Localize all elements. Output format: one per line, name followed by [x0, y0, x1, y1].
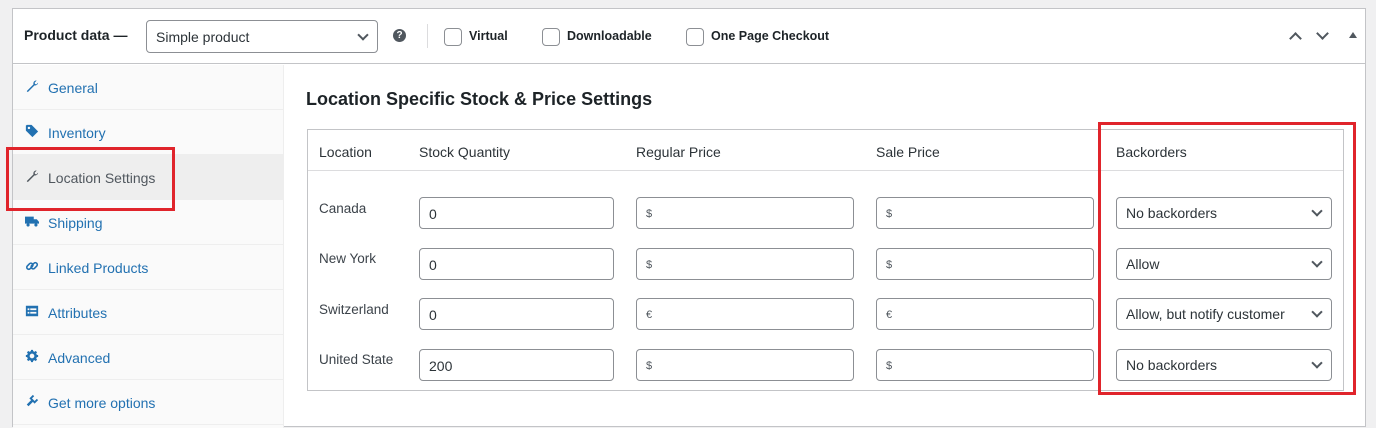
help-icon[interactable]: ?: [393, 29, 406, 42]
chevron-down-icon: [357, 29, 369, 41]
gear-icon: [25, 349, 39, 363]
wrench-icon: [26, 80, 39, 93]
virtual-label: Virtual: [469, 29, 508, 43]
sidebar-item-general[interactable]: General: [13, 65, 284, 110]
sidebar-item-label: Attributes: [48, 305, 108, 321]
product-data-tabs: General Inventory Location Settings Ship…: [13, 65, 284, 428]
downloadable-label: Downloadable: [567, 29, 652, 43]
stock-quantity-input[interactable]: 200: [419, 349, 614, 381]
regular-price-input[interactable]: €: [636, 298, 854, 330]
sale-price-input[interactable]: $: [876, 197, 1094, 229]
collapse-toggle-icon[interactable]: [1349, 32, 1357, 38]
one-page-checkout-label: One Page Checkout: [711, 29, 830, 43]
location-name: United State: [319, 352, 394, 367]
product-type-select[interactable]: Simple product: [146, 20, 378, 53]
move-up-icon[interactable]: [1289, 32, 1302, 45]
stock-quantity-input[interactable]: 0: [419, 197, 614, 229]
column-header-location: Location: [319, 144, 372, 160]
sale-price-input[interactable]: €: [876, 298, 1094, 330]
sidebar-item-label: Advanced: [48, 350, 111, 366]
sidebar-item-linked-products[interactable]: Linked Products: [13, 245, 284, 290]
sidebar-item-label: Shipping: [48, 215, 103, 231]
truck-icon: [25, 216, 39, 227]
regular-price-input[interactable]: $: [636, 248, 854, 280]
column-header-sale-price: Sale Price: [876, 144, 940, 160]
product-type-value: Simple product: [156, 29, 250, 45]
header-divider: [427, 24, 428, 48]
tag-icon: [25, 124, 39, 138]
sidebar-item-label: General: [48, 80, 98, 96]
list-icon: [25, 305, 39, 317]
sidebar-item-get-more-options[interactable]: Get more options: [13, 380, 284, 425]
backorders-column-highlight: [1098, 122, 1356, 395]
regular-price-input[interactable]: $: [636, 197, 854, 229]
move-down-icon[interactable]: [1316, 27, 1329, 40]
sidebar-item-attributes[interactable]: Attributes: [13, 290, 284, 335]
sidebar-item-label: Linked Products: [48, 260, 149, 276]
location-settings-highlight: [6, 147, 175, 211]
sidebar-item-label: Inventory: [48, 125, 106, 141]
link-icon: [25, 261, 39, 271]
one-page-checkout-checkbox[interactable]: [686, 28, 704, 46]
sale-price-input[interactable]: $: [876, 349, 1094, 381]
stock-quantity-input[interactable]: 0: [419, 298, 614, 330]
page-title: Location Specific Stock & Price Settings: [306, 89, 653, 109]
stock-quantity-input[interactable]: 0: [419, 248, 614, 280]
sale-price-input[interactable]: $: [876, 248, 1094, 280]
location-name: New York: [319, 251, 377, 266]
location-name: Canada: [319, 201, 367, 216]
column-header-regular-price: Regular Price: [636, 144, 721, 160]
downloadable-checkbox[interactable]: [542, 28, 560, 46]
location-name: Switzerland: [319, 302, 389, 317]
column-header-stock-quantity: Stock Quantity: [419, 144, 511, 160]
regular-price-input[interactable]: $: [636, 349, 854, 381]
virtual-checkbox[interactable]: [444, 28, 462, 46]
plugin-icon: [26, 394, 39, 407]
sidebar-item-label: Get more options: [48, 395, 156, 411]
product-data-header: Product data — Simple product ? Virtual …: [13, 9, 1365, 64]
sidebar-item-advanced[interactable]: Advanced: [13, 335, 284, 380]
product-data-title: Product data —: [24, 27, 128, 43]
